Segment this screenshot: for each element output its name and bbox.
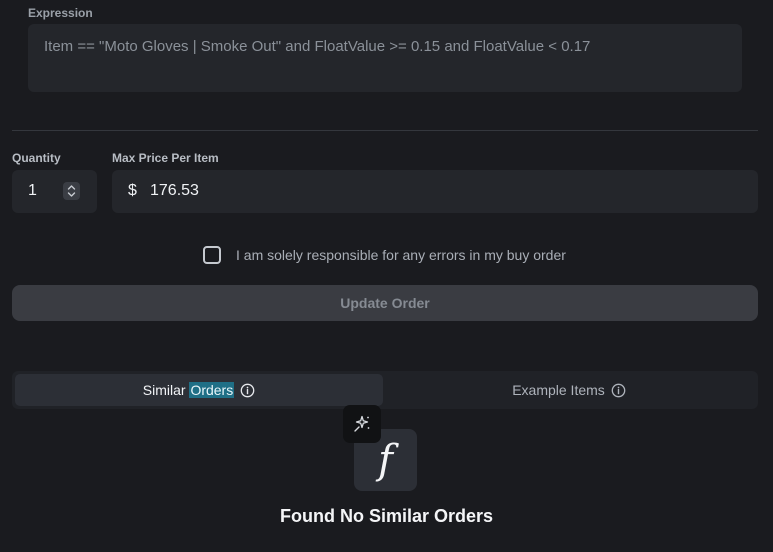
tab-example-items[interactable]: Example Items bbox=[383, 374, 755, 406]
ai-sparkle-button[interactable] bbox=[343, 405, 381, 443]
tab-label-highlight: Orders bbox=[189, 382, 235, 398]
agreement-checkbox[interactable] bbox=[203, 246, 221, 264]
quantity-value: 1 bbox=[28, 182, 37, 199]
divider bbox=[12, 130, 758, 131]
max-price-input[interactable]: $ 176.53 bbox=[112, 170, 758, 213]
expression-label: Expression bbox=[28, 6, 93, 20]
tab-similar-orders-label: Similar Orders bbox=[142, 382, 235, 398]
expression-field[interactable]: Item == "Moto Gloves | Smoke Out" and Fl… bbox=[28, 24, 742, 92]
results-tabs: Similar Orders Example Items bbox=[12, 371, 758, 409]
info-icon[interactable] bbox=[611, 383, 626, 398]
update-order-button[interactable]: Update Order bbox=[12, 285, 758, 321]
info-icon[interactable] bbox=[240, 383, 255, 398]
quantity-stepper[interactable] bbox=[63, 182, 80, 200]
chevron-up-down-icon bbox=[67, 185, 76, 197]
tab-label-prefix: Similar bbox=[142, 382, 190, 398]
empty-state-title: Found No Similar Orders bbox=[279, 506, 494, 526]
sparkle-wand-icon bbox=[354, 415, 370, 432]
tab-similar-orders[interactable]: Similar Orders bbox=[15, 374, 383, 406]
quantity-label: Quantity bbox=[12, 151, 61, 165]
max-price-value: 176.53 bbox=[150, 182, 199, 199]
quantity-input[interactable]: 1 bbox=[12, 170, 97, 213]
agreement-label[interactable]: I am solely responsible for any errors i… bbox=[236, 247, 566, 263]
max-price-label: Max Price Per Item bbox=[112, 151, 219, 165]
function-glyph: f bbox=[378, 437, 393, 483]
tab-example-items-label: Example Items bbox=[512, 382, 605, 398]
buy-order-panel: Expression Item == "Moto Gloves | Smoke … bbox=[0, 0, 773, 552]
currency-symbol: $ bbox=[128, 182, 137, 199]
